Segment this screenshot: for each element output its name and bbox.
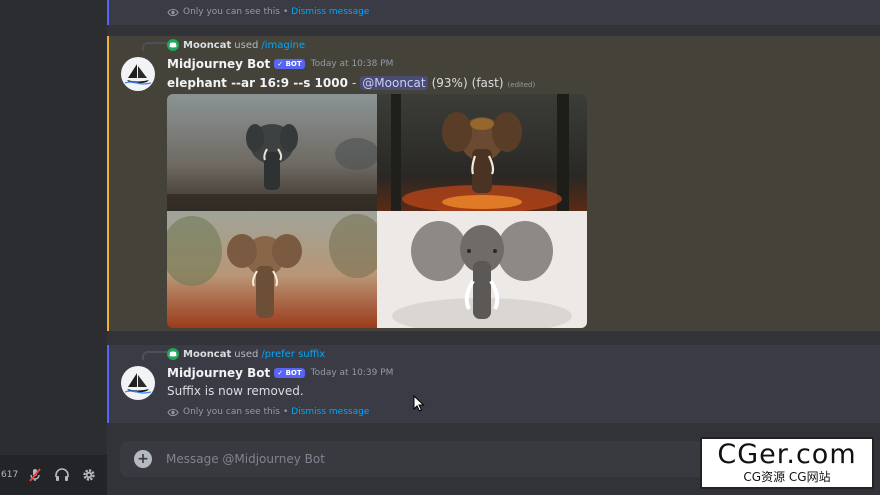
message-input[interactable] xyxy=(166,452,720,466)
ephemeral-message-tail: Only you can see this • Dismiss message xyxy=(107,0,880,25)
dash: - xyxy=(351,76,357,90)
bot-badge: ✓ BOT xyxy=(274,59,305,69)
gear-icon[interactable] xyxy=(76,462,102,488)
discord-mini-avatar-icon xyxy=(167,39,179,51)
prompt-line: elephant --ar 16:9 --s 1000 - @Mooncat (… xyxy=(167,76,535,90)
watermark-subtitle: CG资源 CG网站 xyxy=(743,470,831,485)
image-grid[interactable] xyxy=(167,94,587,328)
image-tile-4[interactable] xyxy=(377,211,587,328)
timestamp: Today at 10:39 PM xyxy=(310,368,394,378)
author-name[interactable]: Midjourney Bot xyxy=(167,57,270,71)
only-you-notice: Only you can see this • Dismiss message xyxy=(167,7,369,17)
reply-used: used xyxy=(234,348,259,360)
user-panel: 617 xyxy=(0,455,107,495)
midjourney-avatar-icon[interactable] xyxy=(121,57,155,91)
message-header: Midjourney Bot ✓ BOT Today at 10:39 PM xyxy=(167,366,393,380)
dismiss-message-link[interactable]: Dismiss message xyxy=(291,407,369,417)
prompt-text: elephant --ar 16:9 --s 1000 xyxy=(167,76,348,90)
message-imagine: Mooncat used /imagine Midjourney Bot ✓ B… xyxy=(107,36,880,331)
progress-percent: (93%) xyxy=(431,76,468,90)
dismiss-message-link[interactable]: Dismiss message xyxy=(291,7,369,17)
eye-icon xyxy=(167,8,179,16)
message-text: Suffix is now removed. xyxy=(167,384,304,398)
separator: • xyxy=(282,407,289,417)
eye-icon xyxy=(167,408,179,416)
only-you-notice: Only you can see this • Dismiss message xyxy=(167,407,369,417)
mouse-cursor-icon xyxy=(413,394,425,416)
mute-mic-icon[interactable] xyxy=(22,462,48,488)
reply-context[interactable]: Mooncat used /prefer suffix xyxy=(167,348,325,360)
mention[interactable]: @Mooncat xyxy=(360,76,428,90)
reply-user[interactable]: Mooncat xyxy=(183,40,231,51)
author-name[interactable]: Midjourney Bot xyxy=(167,366,270,380)
headphones-icon[interactable] xyxy=(49,462,75,488)
image-tile-3[interactable] xyxy=(167,211,377,328)
chat-area: Only you can see this • Dismiss message … xyxy=(107,0,880,495)
user-tag: 617 xyxy=(1,470,19,480)
image-tile-1[interactable] xyxy=(167,94,377,211)
reply-command[interactable]: /prefer suffix xyxy=(261,349,325,360)
reply-user[interactable]: Mooncat xyxy=(183,349,231,360)
watermark-title: CGer.com xyxy=(717,439,857,471)
discord-mini-avatar-icon xyxy=(167,348,179,360)
timestamp: Today at 10:38 PM xyxy=(310,59,394,69)
reply-used: used xyxy=(234,39,259,51)
bot-badge: ✓ BOT xyxy=(274,368,305,378)
plus-icon[interactable]: + xyxy=(134,450,152,468)
midjourney-avatar-icon[interactable] xyxy=(121,366,155,400)
separator: • xyxy=(282,7,289,17)
message-composer: + xyxy=(120,441,720,477)
speed-mode: (fast) xyxy=(471,76,504,90)
edited-tag: (edited) xyxy=(507,81,536,89)
reply-context[interactable]: Mooncat used /imagine xyxy=(167,39,305,51)
only-you-text: Only you can see this xyxy=(183,7,280,17)
message-header: Midjourney Bot ✓ BOT Today at 10:38 PM xyxy=(167,57,393,71)
image-tile-2[interactable] xyxy=(377,94,587,211)
channel-sidebar: 617 xyxy=(0,0,107,495)
reply-command[interactable]: /imagine xyxy=(261,40,305,51)
message-prefer-suffix: Mooncat used /prefer suffix Midjourney B… xyxy=(107,345,880,423)
only-you-text: Only you can see this xyxy=(183,407,280,417)
watermark-logo: CGer.com CG资源 CG网站 xyxy=(700,437,874,489)
